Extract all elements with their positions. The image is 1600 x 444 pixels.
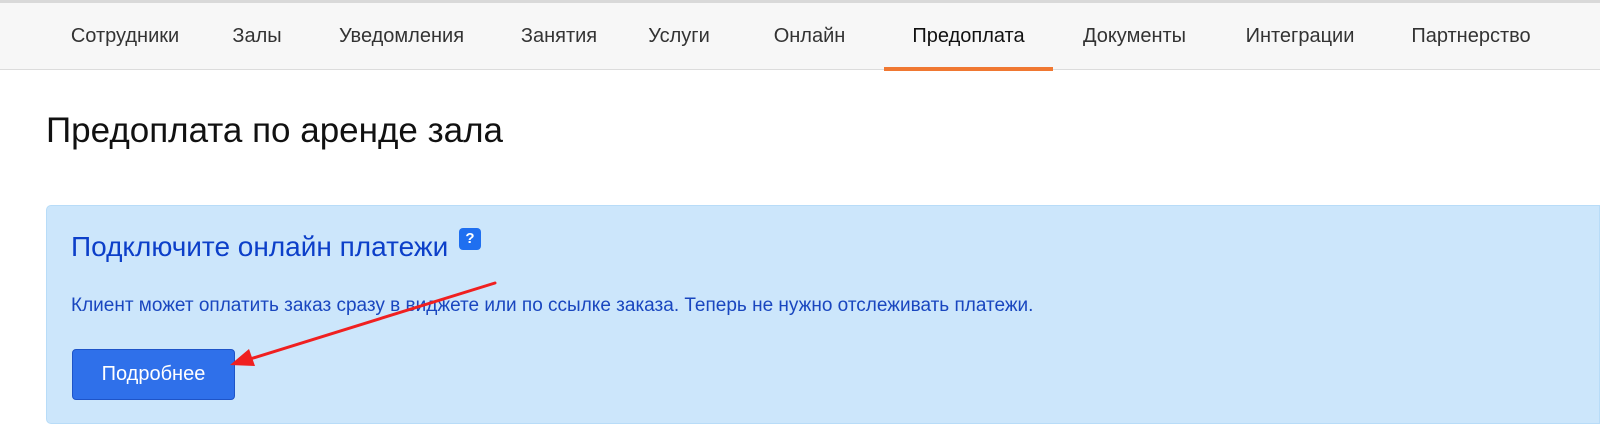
details-button[interactable]: Подробнее [72, 349, 235, 400]
tab-prepayment-label: Предоплата [912, 25, 1025, 47]
page-title: Предоплата по аренде зала [46, 111, 503, 150]
tab-halls-label: Залы [232, 25, 282, 47]
help-icon[interactable]: ? [459, 228, 481, 250]
top-navigation: Сотрудники Залы Уведомления Занятия Услу… [0, 0, 1600, 71]
tab-classes-label: Занятия [520, 25, 598, 47]
tab-documents[interactable]: Документы [1053, 3, 1216, 70]
tab-integrations-label: Интеграции [1245, 25, 1355, 47]
online-payments-description: Клиент может оплатить заказ сразу в видж… [71, 295, 1034, 316]
tab-partnership-label: Партнерство [1411, 25, 1531, 47]
tab-prepayment[interactable]: Предоплата [884, 3, 1053, 70]
tab-online[interactable]: Онлайн [735, 3, 884, 70]
tab-integrations[interactable]: Интеграции [1216, 3, 1384, 70]
tab-employees-label: Сотрудники [70, 25, 180, 47]
tab-classes[interactable]: Занятия [495, 3, 623, 70]
tab-online-label: Онлайн [773, 25, 846, 47]
tab-services-label: Услуги [648, 25, 710, 47]
online-payments-panel: Подключите онлайн платежи ? Клиент может… [46, 205, 1600, 424]
tab-employees[interactable]: Сотрудники [44, 3, 206, 70]
tab-notifications[interactable]: Уведомления [308, 3, 495, 70]
tab-notifications-label: Уведомления [338, 25, 465, 47]
tab-partnership[interactable]: Партнерство [1384, 3, 1558, 70]
tab-services[interactable]: Услуги [623, 3, 735, 70]
online-payments-title: Подключите онлайн платежи [71, 231, 449, 262]
tab-halls[interactable]: Залы [206, 3, 308, 70]
tab-documents-label: Документы [1082, 25, 1187, 47]
active-tab-indicator [884, 67, 1053, 71]
